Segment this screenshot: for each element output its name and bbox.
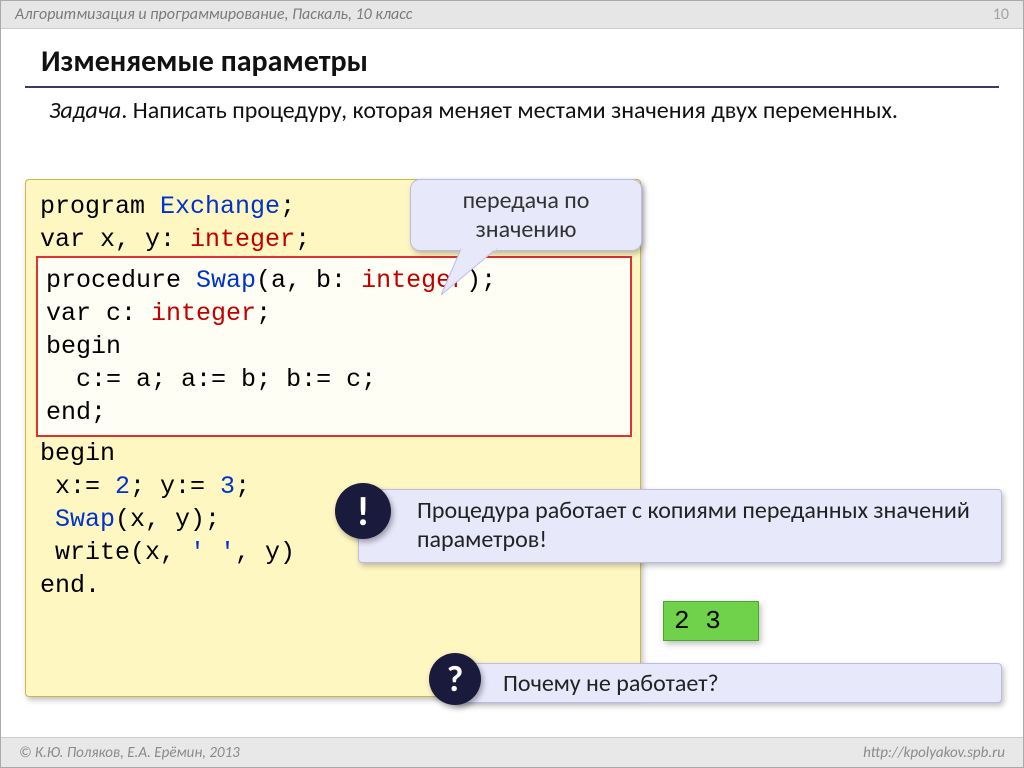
procedure-box: procedure Swap(a, b: integer); var c: in…	[36, 256, 632, 437]
code-line-4: var c: integer;	[46, 297, 624, 330]
copyright: © К.Ю. Поляков, Е.А. Ерёмин, 2013	[19, 744, 240, 762]
task-body: . Написать процедуру, которая меняет мес…	[121, 96, 898, 125]
code-box: program Exchange; var x, y: integer; pro…	[25, 179, 641, 697]
question-badge-icon: ?	[429, 653, 481, 705]
code-line-7: end;	[46, 396, 624, 429]
task-label: Задача	[49, 96, 121, 125]
code-line-3: procedure Swap(a, b: integer);	[46, 264, 624, 297]
code-line-6: c:= a; a:= b; b:= c;	[46, 363, 624, 396]
output-result: 2 3	[663, 601, 759, 641]
course-title: Алгоритмизация и программирование, Паска…	[15, 5, 412, 24]
callout-text: передача по значению	[411, 186, 641, 244]
note-question-text: Почему не работает?	[503, 669, 719, 698]
top-bar: Алгоритмизация и программирование, Паска…	[1, 1, 1023, 29]
footer-url: http://kpolyakov.spb.ru	[863, 744, 1005, 762]
exclamation-badge-icon: !	[335, 483, 391, 539]
page-number: 10	[993, 5, 1009, 24]
slide-title: Изменяемые параметры	[1, 29, 1023, 86]
code-line-8: begin	[40, 437, 628, 470]
code-line-5: begin	[46, 330, 624, 363]
callout-pass-by-value: передача по значению	[410, 179, 642, 251]
note-copies-text: Процедура работает с копиями переданных …	[417, 497, 1001, 555]
slide: Алгоритмизация и программирование, Паска…	[0, 0, 1024, 768]
note-question: Почему не работает?	[452, 663, 1002, 703]
footer: © К.Ю. Поляков, Е.А. Ерёмин, 2013 http:/…	[1, 737, 1023, 767]
code-line-12: end.	[40, 569, 628, 602]
note-copies: Процедура работает с копиями переданных …	[358, 489, 1002, 563]
task-text: Задача. Написать процедуру, которая меня…	[1, 94, 1023, 136]
title-rule	[25, 86, 999, 88]
